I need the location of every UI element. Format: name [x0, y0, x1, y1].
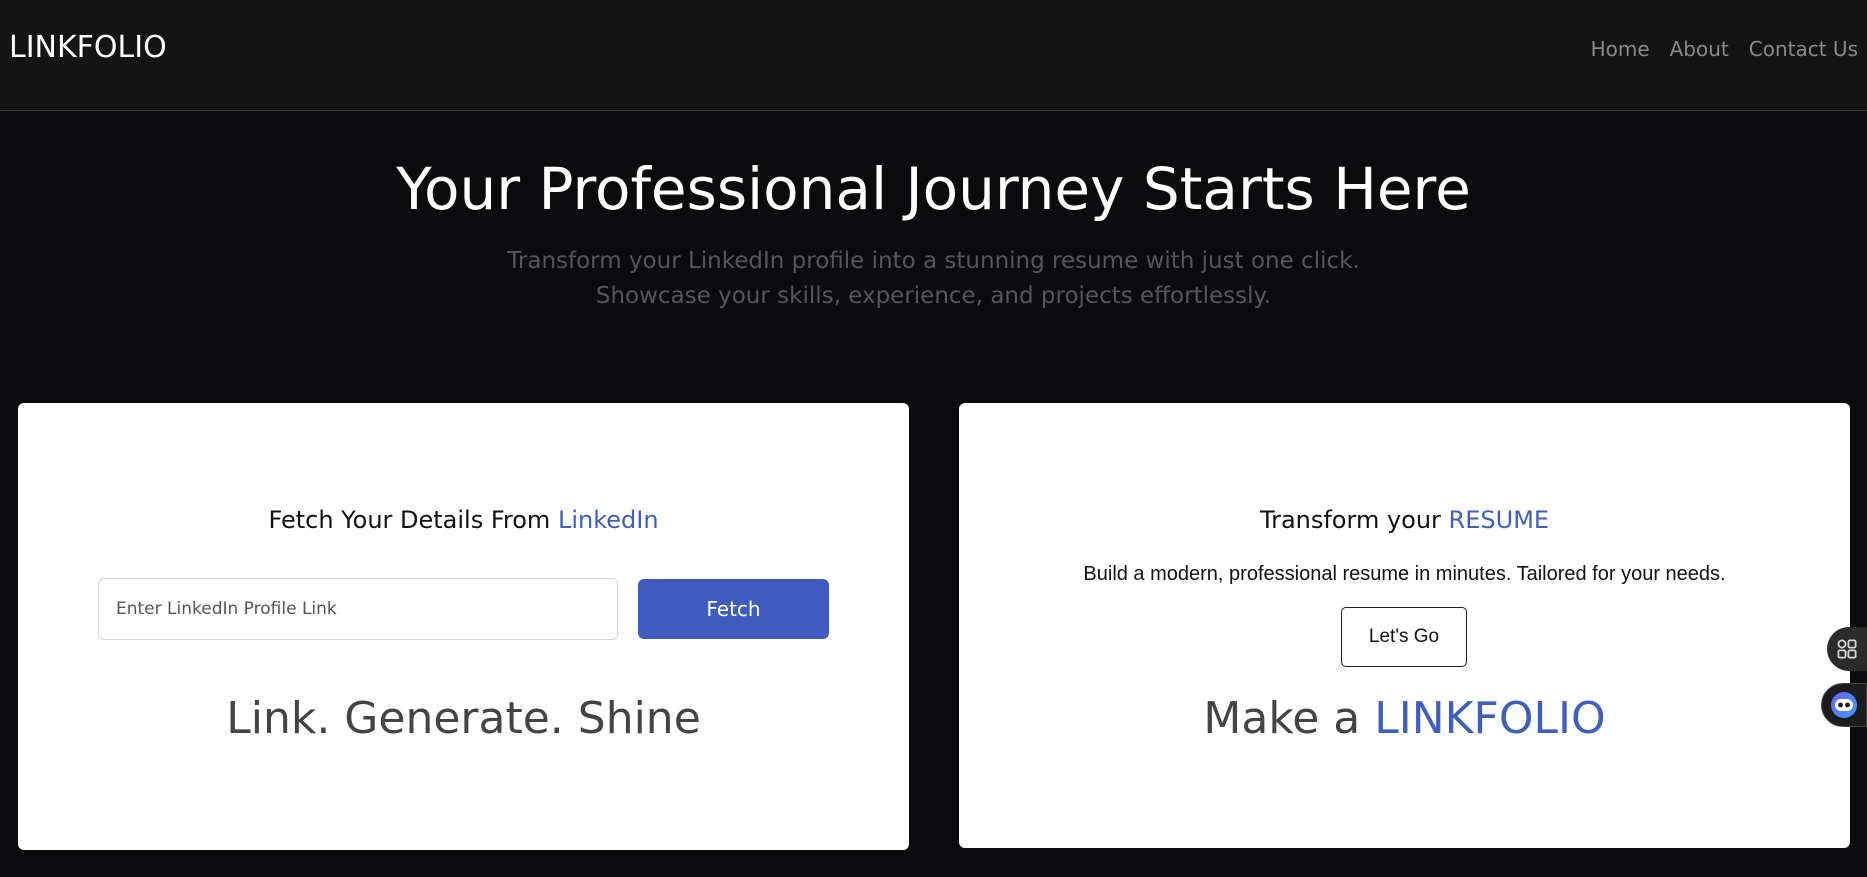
- make-title-text: Make a: [1203, 693, 1375, 744]
- nav-links: Home About Contact Us: [1591, 37, 1858, 61]
- transform-resume-card: Transform your RESUME Build a modern, pr…: [959, 403, 1850, 848]
- resume-heading-accent: RESUME: [1448, 506, 1550, 534]
- tagline: Link. Generate. Shine: [226, 693, 701, 744]
- navbar: LINKFOLIO Home About Contact Us: [0, 0, 1867, 111]
- make-title-accent: LINKFOLIO: [1374, 693, 1606, 744]
- apps-grid-button[interactable]: [1827, 627, 1867, 671]
- hero-title: Your Professional Journey Starts Here: [396, 155, 1471, 223]
- nav-link-about[interactable]: About: [1670, 37, 1729, 61]
- apps-grid-icon: [1837, 639, 1857, 659]
- fetch-heading-accent: LinkedIn: [557, 506, 659, 534]
- brand-logo[interactable]: LINKFOLIO: [9, 30, 167, 65]
- fetch-button[interactable]: Fetch: [638, 579, 829, 639]
- lets-go-button[interactable]: Let's Go: [1341, 607, 1467, 667]
- nav-link-contact-us[interactable]: Contact Us: [1749, 37, 1858, 61]
- assistant-button[interactable]: [1821, 683, 1867, 727]
- nav-link-home[interactable]: Home: [1591, 37, 1650, 61]
- make-linkfolio-title: Make a LINKFOLIO: [959, 693, 1850, 744]
- fetch-linkedin-card: Fetch Your Details From LinkedIn Fetch L…: [18, 403, 909, 850]
- linkedin-profile-input[interactable]: [98, 578, 618, 640]
- assistant-bot-icon: [1831, 692, 1857, 718]
- fetch-heading-text: Fetch Your Details From: [268, 506, 558, 534]
- resume-card-description: Build a modern, professional resume in m…: [1083, 563, 1726, 585]
- fetch-card-heading: Fetch Your Details From LinkedIn: [18, 506, 909, 534]
- hero-subtitle: Transform your LinkedIn profile into a s…: [507, 248, 1360, 309]
- resume-heading-text: Transform your: [1259, 506, 1449, 534]
- resume-card-heading: Transform your RESUME: [959, 506, 1850, 534]
